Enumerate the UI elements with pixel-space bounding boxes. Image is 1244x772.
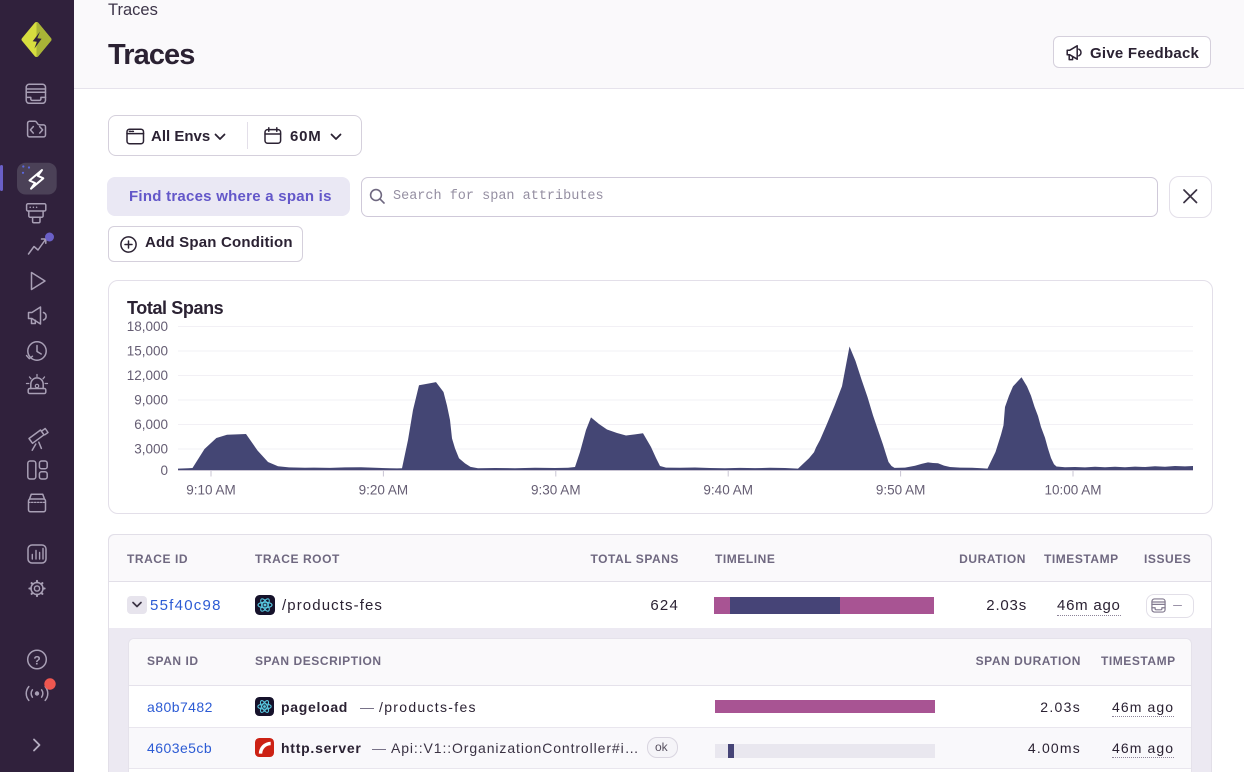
svg-text:9:20 AM: 9:20 AM [359,483,409,498]
svg-text:0: 0 [160,463,168,478]
svg-text:9,000: 9,000 [134,393,168,408]
svg-text:9:50 AM: 9:50 AM [876,483,926,498]
svg-text:9:10 AM: 9:10 AM [186,483,236,498]
svg-text:3,000: 3,000 [134,442,168,457]
svg-text:10:00 AM: 10:00 AM [1044,483,1101,498]
svg-text:6,000: 6,000 [134,417,168,432]
svg-text:9:40 AM: 9:40 AM [703,483,753,498]
svg-text:12,000: 12,000 [127,368,168,383]
svg-text:18,000: 18,000 [127,319,168,334]
svg-text:9:30 AM: 9:30 AM [531,483,581,498]
svg-text:?: ? [33,654,40,668]
svg-text:15,000: 15,000 [127,344,168,359]
